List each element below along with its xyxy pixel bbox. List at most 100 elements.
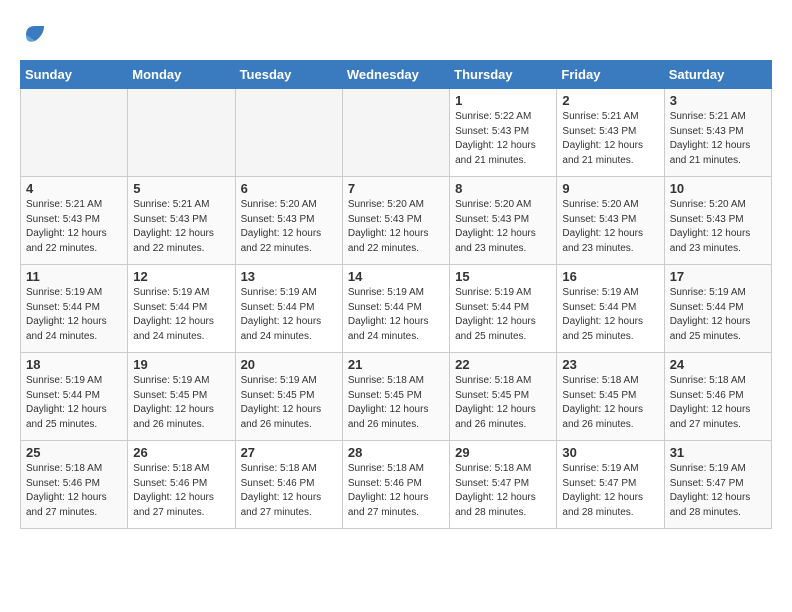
day-number: 28 bbox=[348, 445, 444, 460]
day-number: 18 bbox=[26, 357, 122, 372]
day-number: 23 bbox=[562, 357, 658, 372]
calendar-header: SundayMondayTuesdayWednesdayThursdayFrid… bbox=[21, 61, 772, 89]
calendar-day: 31 Sunrise: 5:19 AM Sunset: 5:47 PM Dayli… bbox=[664, 441, 771, 529]
day-info: Sunrise: 5:19 AM Sunset: 5:44 PM Dayligh… bbox=[562, 286, 658, 344]
day-info: Sunrise: 5:19 AM Sunset: 5:45 PM Dayligh… bbox=[133, 374, 229, 432]
calendar-day: 27 Sunrise: 5:18 AM Sunset: 5:46 PM Dayli… bbox=[235, 441, 342, 529]
day-number: 1 bbox=[455, 93, 551, 108]
day-number: 3 bbox=[670, 93, 766, 108]
calendar-day: 13Sunrise: 5:19 AM Sunset: 5:44 PM Dayli… bbox=[235, 265, 342, 353]
calendar-day: 17 Sunrise: 5:19 AM Sunset: 5:44 PM Dayli… bbox=[664, 265, 771, 353]
day-info: Sunrise: 5:18 AM Sunset: 5:46 PM Dayligh… bbox=[241, 462, 337, 520]
day-number: 15 bbox=[455, 269, 551, 284]
calendar-day: 4 Sunrise: 5:21 AM Sunset: 5:43 PM Daylig… bbox=[21, 177, 128, 265]
calendar-day: 21 Sunrise: 5:18 AM Sunset: 5:45 PM Dayli… bbox=[342, 353, 449, 441]
calendar-week-2: 4 Sunrise: 5:21 AM Sunset: 5:43 PM Daylig… bbox=[21, 177, 772, 265]
day-info: Sunrise: 5:19 AM Sunset: 5:45 PM Dayligh… bbox=[241, 374, 337, 432]
day-info: Sunrise: 5:18 AM Sunset: 5:46 PM Dayligh… bbox=[26, 462, 122, 520]
col-header-monday: Monday bbox=[128, 61, 235, 89]
calendar-day: 19 Sunrise: 5:19 AM Sunset: 5:45 PM Dayli… bbox=[128, 353, 235, 441]
calendar-day bbox=[342, 89, 449, 177]
calendar-day: 18 Sunrise: 5:19 AM Sunset: 5:44 PM Dayli… bbox=[21, 353, 128, 441]
day-info: Sunrise: 5:19 AM Sunset: 5:44 PM Dayligh… bbox=[133, 286, 229, 344]
day-number: 4 bbox=[26, 181, 122, 196]
calendar-day: 28 Sunrise: 5:18 AM Sunset: 5:46 PM Dayli… bbox=[342, 441, 449, 529]
day-info: Sunrise: 5:20 AM Sunset: 5:43 PM Dayligh… bbox=[455, 198, 551, 256]
calendar-day: 24Sunrise: 5:18 AM Sunset: 5:46 PM Dayli… bbox=[664, 353, 771, 441]
day-info: Sunrise: 5:18 AM Sunset: 5:47 PM Dayligh… bbox=[455, 462, 551, 520]
day-number: 22 bbox=[455, 357, 551, 372]
day-number: 5 bbox=[133, 181, 229, 196]
day-number: 29 bbox=[455, 445, 551, 460]
day-number: 30 bbox=[562, 445, 658, 460]
day-number: 21 bbox=[348, 357, 444, 372]
day-number: 31 bbox=[670, 445, 766, 460]
day-info: Sunrise: 5:21 AM Sunset: 5:43 PM Dayligh… bbox=[562, 110, 658, 168]
calendar-day bbox=[128, 89, 235, 177]
day-info: Sunrise: 5:20 AM Sunset: 5:43 PM Dayligh… bbox=[241, 198, 337, 256]
day-number: 27 bbox=[241, 445, 337, 460]
calendar-week-5: 25 Sunrise: 5:18 AM Sunset: 5:46 PM Dayli… bbox=[21, 441, 772, 529]
day-info: Sunrise: 5:18 AM Sunset: 5:45 PM Dayligh… bbox=[455, 374, 551, 432]
calendar-day: 14 Sunrise: 5:19 AM Sunset: 5:44 PM Dayli… bbox=[342, 265, 449, 353]
day-info: Sunrise: 5:19 AM Sunset: 5:47 PM Dayligh… bbox=[562, 462, 658, 520]
day-number: 25 bbox=[26, 445, 122, 460]
day-number: 19 bbox=[133, 357, 229, 372]
day-info: Sunrise: 5:20 AM Sunset: 5:43 PM Dayligh… bbox=[348, 198, 444, 256]
day-number: 20 bbox=[241, 357, 337, 372]
calendar-day: 5 Sunrise: 5:21 AM Sunset: 5:43 PM Daylig… bbox=[128, 177, 235, 265]
col-header-sunday: Sunday bbox=[21, 61, 128, 89]
day-number: 7 bbox=[348, 181, 444, 196]
day-number: 14 bbox=[348, 269, 444, 284]
day-info: Sunrise: 5:18 AM Sunset: 5:45 PM Dayligh… bbox=[348, 374, 444, 432]
day-number: 16 bbox=[562, 269, 658, 284]
day-info: Sunrise: 5:22 AM Sunset: 5:43 PM Dayligh… bbox=[455, 110, 551, 168]
day-info: Sunrise: 5:20 AM Sunset: 5:43 PM Dayligh… bbox=[670, 198, 766, 256]
day-info: Sunrise: 5:18 AM Sunset: 5:46 PM Dayligh… bbox=[348, 462, 444, 520]
logo-icon bbox=[20, 20, 50, 50]
calendar-day: 11Sunrise: 5:19 AM Sunset: 5:44 PM Dayli… bbox=[21, 265, 128, 353]
calendar-day: 30 Sunrise: 5:19 AM Sunset: 5:47 PM Dayli… bbox=[557, 441, 664, 529]
day-info: Sunrise: 5:19 AM Sunset: 5:44 PM Dayligh… bbox=[26, 286, 122, 344]
day-number: 12 bbox=[133, 269, 229, 284]
col-header-tuesday: Tuesday bbox=[235, 61, 342, 89]
calendar-day: 25 Sunrise: 5:18 AM Sunset: 5:46 PM Dayli… bbox=[21, 441, 128, 529]
calendar-week-1: 1 Sunrise: 5:22 AM Sunset: 5:43 PM Daylig… bbox=[21, 89, 772, 177]
day-info: Sunrise: 5:19 AM Sunset: 5:44 PM Dayligh… bbox=[455, 286, 551, 344]
col-header-saturday: Saturday bbox=[664, 61, 771, 89]
day-number: 8 bbox=[455, 181, 551, 196]
calendar-week-3: 11Sunrise: 5:19 AM Sunset: 5:44 PM Dayli… bbox=[21, 265, 772, 353]
day-info: Sunrise: 5:19 AM Sunset: 5:44 PM Dayligh… bbox=[348, 286, 444, 344]
calendar-day bbox=[235, 89, 342, 177]
day-info: Sunrise: 5:19 AM Sunset: 5:47 PM Dayligh… bbox=[670, 462, 766, 520]
calendar-day: 15 Sunrise: 5:19 AM Sunset: 5:44 PM Dayli… bbox=[450, 265, 557, 353]
logo bbox=[20, 20, 54, 50]
day-info: Sunrise: 5:19 AM Sunset: 5:44 PM Dayligh… bbox=[26, 374, 122, 432]
day-info: Sunrise: 5:19 AM Sunset: 5:44 PM Dayligh… bbox=[670, 286, 766, 344]
calendar-day: 22 Sunrise: 5:18 AM Sunset: 5:45 PM Dayli… bbox=[450, 353, 557, 441]
calendar-day: 3Sunrise: 5:21 AM Sunset: 5:43 PM Daylig… bbox=[664, 89, 771, 177]
col-header-thursday: Thursday bbox=[450, 61, 557, 89]
calendar-day: 6 Sunrise: 5:20 AM Sunset: 5:43 PM Daylig… bbox=[235, 177, 342, 265]
calendar-day: 9Sunrise: 5:20 AM Sunset: 5:43 PM Daylig… bbox=[557, 177, 664, 265]
calendar-day: 8 Sunrise: 5:20 AM Sunset: 5:43 PM Daylig… bbox=[450, 177, 557, 265]
day-number: 2 bbox=[562, 93, 658, 108]
calendar-day bbox=[21, 89, 128, 177]
calendar-day: 10Sunrise: 5:20 AM Sunset: 5:43 PM Dayli… bbox=[664, 177, 771, 265]
calendar-day: 7 Sunrise: 5:20 AM Sunset: 5:43 PM Daylig… bbox=[342, 177, 449, 265]
day-number: 6 bbox=[241, 181, 337, 196]
calendar-day: 23 Sunrise: 5:18 AM Sunset: 5:45 PM Dayli… bbox=[557, 353, 664, 441]
day-info: Sunrise: 5:18 AM Sunset: 5:45 PM Dayligh… bbox=[562, 374, 658, 432]
calendar-day: 26 Sunrise: 5:18 AM Sunset: 5:46 PM Dayli… bbox=[128, 441, 235, 529]
day-info: Sunrise: 5:21 AM Sunset: 5:43 PM Dayligh… bbox=[133, 198, 229, 256]
calendar-day: 1 Sunrise: 5:22 AM Sunset: 5:43 PM Daylig… bbox=[450, 89, 557, 177]
day-number: 13 bbox=[241, 269, 337, 284]
day-info: Sunrise: 5:21 AM Sunset: 5:43 PM Dayligh… bbox=[26, 198, 122, 256]
calendar-day: 16 Sunrise: 5:19 AM Sunset: 5:44 PM Dayli… bbox=[557, 265, 664, 353]
day-number: 17 bbox=[670, 269, 766, 284]
day-info: Sunrise: 5:18 AM Sunset: 5:46 PM Dayligh… bbox=[133, 462, 229, 520]
day-number: 26 bbox=[133, 445, 229, 460]
day-number: 9 bbox=[562, 181, 658, 196]
col-header-wednesday: Wednesday bbox=[342, 61, 449, 89]
day-number: 24 bbox=[670, 357, 766, 372]
